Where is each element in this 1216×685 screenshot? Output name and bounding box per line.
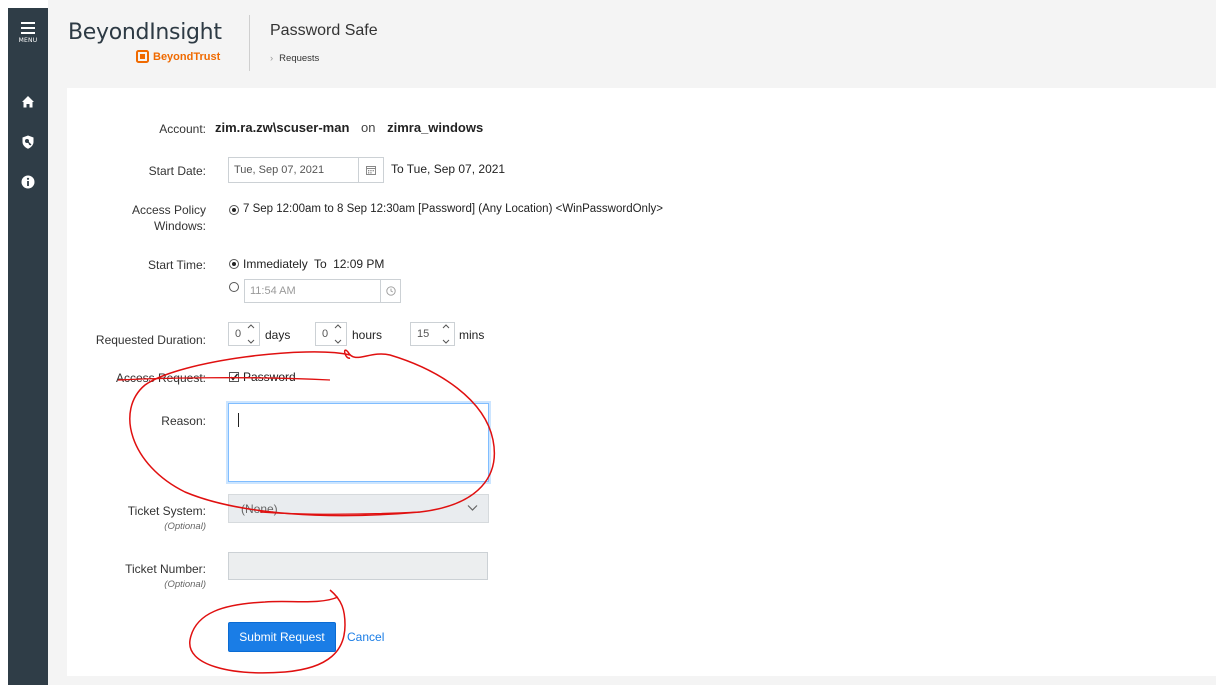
chevron-up-icon[interactable] <box>442 324 450 329</box>
start-time-label: Start Time: <box>147 258 206 272</box>
ticket-number-optional: (Optional) <box>164 579 206 590</box>
chevron-down-icon <box>467 505 478 511</box>
checkmark-icon <box>230 373 239 381</box>
duration-mins-value: 15 <box>417 328 430 340</box>
home-icon[interactable] <box>20 94 36 110</box>
calendar-icon <box>366 166 376 175</box>
start-date-label: Start Date: <box>148 164 206 178</box>
duration-days-unit: days <box>265 328 291 342</box>
ticket-number-label: Ticket Number: (Optional) <box>125 561 206 593</box>
account-name: zim.ra.zw\scuser-man <box>215 120 350 135</box>
chevron-down-icon[interactable] <box>247 339 255 344</box>
breadcrumb: › Requests <box>270 53 319 64</box>
app-title: Password Safe <box>270 22 378 39</box>
end-date-text: To Tue, Sep 07, 2021 <box>391 162 506 176</box>
duration-mins-unit: mins <box>459 328 485 342</box>
immediately-label: Immediately <box>243 257 308 271</box>
breadcrumb-requests[interactable]: Requests <box>279 53 319 64</box>
password-option-label: Password <box>243 370 296 384</box>
cancel-link[interactable]: Cancel <box>347 630 384 644</box>
start-date-input[interactable]: Tue, Sep 07, 2021 <box>228 157 359 183</box>
request-form: Account: zim.ra.zw\scuser-man on zimra_w… <box>67 88 1216 676</box>
immediately-radio[interactable] <box>229 259 239 269</box>
account-system: zimra_windows <box>387 120 484 135</box>
brand-title: BeyondInsight <box>68 20 222 45</box>
app-header: BeyondInsight BeyondTrust Password Safe … <box>48 0 1216 86</box>
menu-label: MENU <box>18 37 38 44</box>
clock-button[interactable] <box>381 279 401 303</box>
duration-hours-value: 0 <box>322 328 329 340</box>
duration-days-stepper[interactable]: 0 <box>228 322 260 346</box>
access-policy-label-line2: Windows: <box>153 219 206 233</box>
days-spinner[interactable] <box>245 324 257 344</box>
hamburger-icon <box>21 22 35 34</box>
start-time-input[interactable]: 11:54 AM <box>244 279 381 303</box>
access-policy-option: 7 Sep 12:00am to 8 Sep 12:30am [Password… <box>243 203 663 215</box>
breadcrumb-chevron-icon: › <box>270 53 274 64</box>
ticket-system-label: Ticket System: (Optional) <box>128 503 206 535</box>
clock-icon <box>385 286 396 296</box>
ticket-system-label-text: Ticket System: <box>127 504 206 518</box>
duration-hours-stepper[interactable]: 0 <box>315 322 347 346</box>
chevron-up-icon[interactable] <box>247 324 255 329</box>
submit-request-button[interactable]: Submit Request <box>228 622 336 652</box>
password-checkbox[interactable] <box>229 372 239 382</box>
menu-button[interactable]: MENU <box>8 22 48 44</box>
key-shield-icon[interactable] <box>20 134 36 150</box>
chevron-down-icon[interactable] <box>334 339 342 344</box>
duration-mins-stepper[interactable]: 15 <box>410 322 455 346</box>
start-time-end: 12:09 PM <box>333 257 385 271</box>
account-label: Account: <box>159 122 206 136</box>
chevron-up-icon[interactable] <box>334 324 342 329</box>
start-date-value: Tue, Sep 07, 2021 <box>234 164 325 176</box>
requested-duration-label: Requested Duration: <box>95 333 206 347</box>
specific-time-radio[interactable] <box>229 282 239 292</box>
hours-spinner[interactable] <box>332 324 344 344</box>
ticket-system-optional: (Optional) <box>164 521 206 532</box>
start-time-to: To <box>314 257 327 271</box>
info-icon[interactable] <box>20 174 36 190</box>
chevron-down-icon[interactable] <box>442 339 450 344</box>
access-request-label: Access Request: <box>115 371 206 385</box>
ticket-number-label-text: Ticket Number: <box>125 562 206 576</box>
header-divider <box>249 15 250 71</box>
duration-hours-unit: hours <box>352 328 383 342</box>
text-caret <box>238 413 239 427</box>
ticket-system-value: (None) <box>241 501 278 516</box>
beyondtrust-logo-icon <box>136 50 149 63</box>
access-policy-radio[interactable] <box>229 205 239 215</box>
access-policy-label: Access Policy Windows: <box>132 202 206 234</box>
mins-spinner[interactable] <box>440 324 452 344</box>
access-policy-label-line1: Access Policy <box>131 203 206 217</box>
account-on: on <box>361 120 376 135</box>
duration-days-value: 0 <box>235 328 242 340</box>
ticket-system-select[interactable]: (None) <box>228 494 489 523</box>
reason-textarea[interactable] <box>228 403 489 482</box>
ticket-number-input[interactable] <box>228 552 488 580</box>
account-value: zim.ra.zw\scuser-man on zimra_windows <box>215 120 483 135</box>
brand-logo: BeyondTrust <box>136 50 220 63</box>
reason-label: Reason: <box>161 414 206 428</box>
immediately-text: Immediately To 12:09 PM <box>243 257 384 271</box>
brand-sub-label: BeyondTrust <box>153 50 221 63</box>
calendar-button[interactable] <box>359 157 384 183</box>
sidebar: MENU <box>8 8 48 685</box>
start-time-value: 11:54 AM <box>250 285 296 297</box>
